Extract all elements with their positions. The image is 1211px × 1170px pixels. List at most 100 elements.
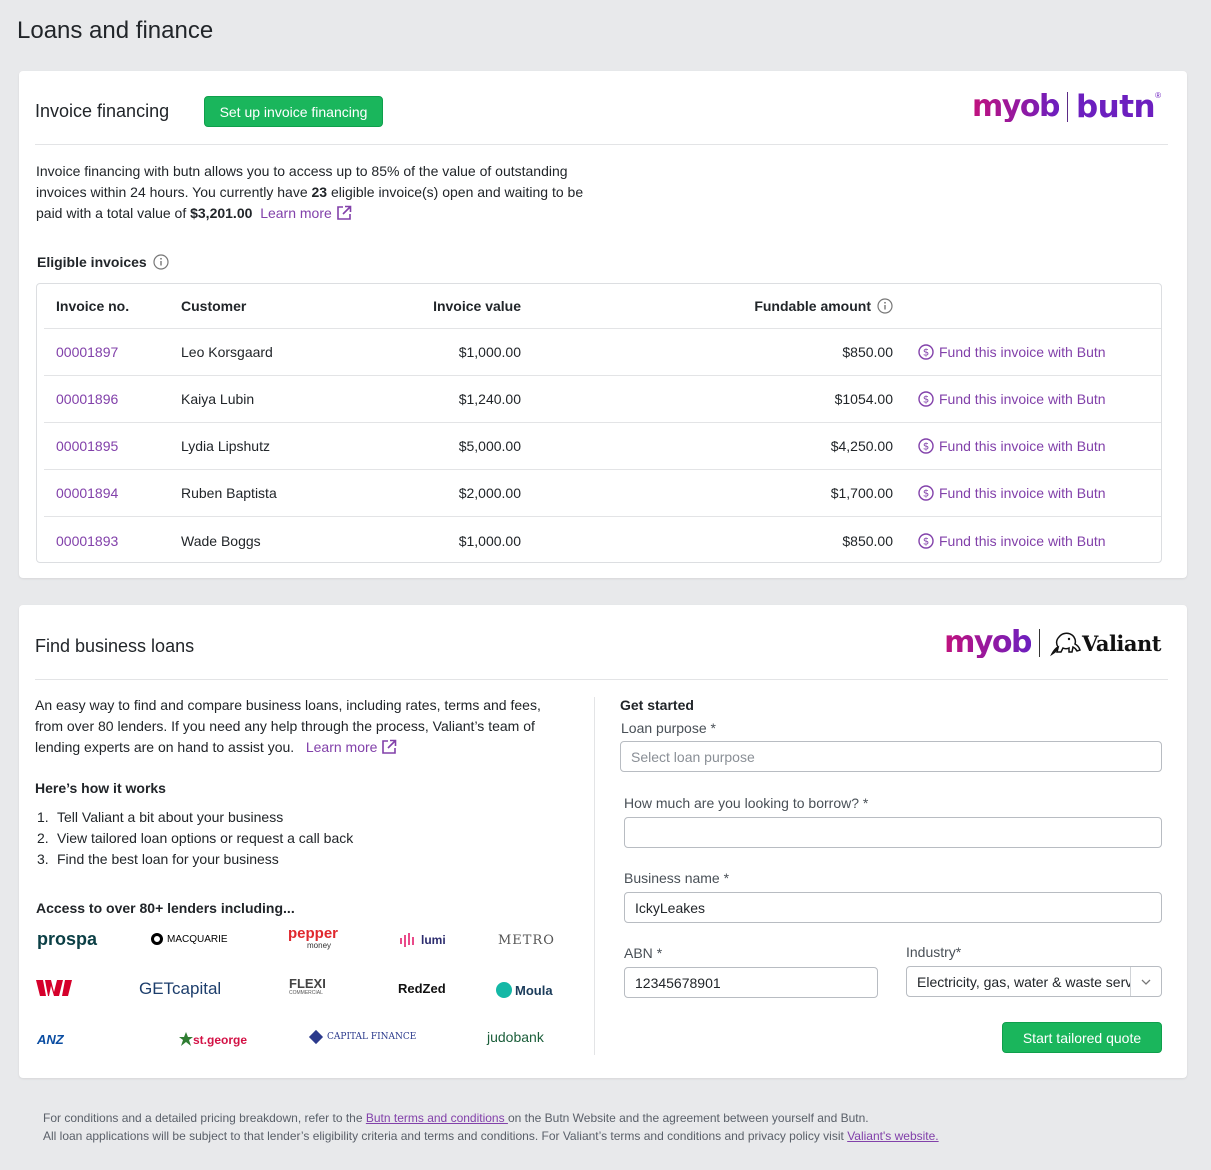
svg-text:$: $: [923, 442, 929, 453]
start-tailored-quote-button[interactable]: Start tailored quote: [1002, 1022, 1162, 1053]
business-loans-card: Find business loans myob Valiant An easy…: [19, 605, 1187, 1078]
invoice-value: $2,000.00: [458, 485, 521, 501]
list-item: 3. Find the best loan for your business: [37, 851, 279, 867]
external-link-icon[interactable]: [336, 205, 352, 221]
myob-valiant-logo: myob Valiant: [944, 625, 1161, 660]
invoice-number-link[interactable]: 00001894: [56, 485, 118, 501]
invoice-number-link[interactable]: 00001895: [56, 438, 118, 454]
table-row: 00001897 Leo Korsgaard $1,000.00 $850.00 $ Fu…: [44, 329, 1161, 376]
col-invoice-value: Invoice value: [433, 298, 521, 314]
lender-logo-pepper: pepper money: [288, 925, 339, 950]
invoice-financing-title: Invoice financing: [35, 101, 170, 121]
lender-logo-capital-finance: CAPITAL FINANCE: [308, 1029, 416, 1045]
invoice-number-link[interactable]: 00001896: [56, 391, 118, 407]
lender-logo-stgeorge: st.george: [179, 1032, 247, 1048]
fundable-amount: $850.00: [842, 344, 893, 360]
fund-invoice-link[interactable]: $ Fund this invoice with Butn: [918, 391, 1106, 407]
learn-more-link[interactable]: Learn more: [306, 739, 378, 755]
get-started-heading: Get started: [620, 697, 694, 713]
lender-logo-anz: ANZ: [37, 1032, 64, 1047]
business-loans-title: Find business loans: [35, 636, 195, 656]
table-header: Invoice no. Customer Invoice value Funda…: [44, 284, 1161, 329]
table-row: 00001895 Lydia Lipshutz $5,000.00 $4,250.00…: [44, 423, 1161, 470]
lender-logo-getcapital: GETcapital: [139, 979, 222, 998]
fund-invoice-link[interactable]: $ Fund this invoice with Butn: [918, 438, 1106, 454]
invoice-value: $5,000.00: [458, 438, 521, 454]
customer-name: Ruben Baptista: [181, 485, 277, 501]
borrow-amount-label: How much are you looking to borrow? *: [624, 795, 869, 811]
lenders-title: Access to over 80+ lenders including...: [36, 900, 295, 916]
invoice-number-link[interactable]: 00001897: [56, 344, 118, 360]
info-icon[interactable]: [877, 298, 893, 314]
col-fundable-amount: Fundable amount: [644, 284, 893, 328]
invoice-value: $1,240.00: [458, 391, 521, 407]
dollar-circle-icon: $: [918, 344, 934, 360]
fundable-amount: $1,700.00: [830, 485, 893, 501]
lender-logo-macquarie: MACQUARIE: [151, 933, 228, 945]
lender-logo-flexi: FLEXI COMMERCIAL: [289, 976, 326, 996]
fund-invoice-link[interactable]: $ Fund this invoice with Butn: [918, 533, 1106, 549]
svg-text:$: $: [923, 536, 929, 547]
industry-select[interactable]: Electricity, gas, water & waste services: [906, 966, 1162, 997]
invoice-value: $1,000.00: [458, 344, 521, 360]
lender-logo-lumi: lumi: [399, 933, 446, 947]
lender-logo-moula: Moula: [496, 982, 553, 998]
abn-input[interactable]: 12345678901: [624, 967, 878, 998]
invoice-number-link[interactable]: 00001893: [56, 533, 118, 549]
eligible-count: 23: [311, 184, 328, 200]
lion-icon: [1050, 632, 1081, 657]
loan-purpose-select[interactable]: Select loan purpose: [620, 741, 1162, 772]
business-loans-description: An easy way to find and compare business…: [35, 697, 541, 755]
svg-text:$: $: [923, 348, 929, 359]
footer-disclaimer: For conditions and a detailed pricing br…: [43, 1111, 939, 1143]
customer-name: Lydia Lipshutz: [181, 438, 270, 454]
fund-invoice-link[interactable]: $ Fund this invoice with Butn: [918, 344, 1106, 360]
loan-purpose-label: Loan purpose *: [621, 720, 716, 736]
industry-label: Industry*: [906, 944, 962, 960]
svg-text:$: $: [923, 489, 929, 500]
customer-name: Wade Boggs: [181, 532, 261, 549]
external-link-icon[interactable]: [381, 739, 397, 755]
learn-more-link[interactable]: Learn more: [260, 205, 332, 221]
valiant-website-link[interactable]: Valiant's website.: [847, 1129, 938, 1143]
abn-label: ABN *: [624, 945, 663, 961]
industry-selected-value: Electricity, gas, water & waste services: [917, 973, 1130, 990]
how-it-works-title: Here’s how it works: [35, 780, 166, 796]
table-row: 00001893 Wade Boggs $1,000.00 $850.00 $ Fund …: [44, 517, 1161, 564]
list-item: 2. View tailored loan options or request …: [37, 830, 354, 846]
total-value: $3,201.00: [190, 205, 253, 221]
list-item: 1. Tell Valiant a bit about your business: [37, 809, 284, 825]
invoice-financing-card: Invoice financing Set up invoice financi…: [19, 71, 1187, 578]
table-row: 00001894 Ruben Baptista $2,000.00 $1,700.00…: [44, 470, 1161, 517]
info-icon[interactable]: [153, 254, 169, 270]
eligible-invoices-label: Eligible invoices: [37, 254, 169, 270]
fundable-amount: $4,250.00: [830, 438, 893, 454]
page-title: Loans and finance: [17, 17, 214, 44]
how-it-works-steps: 1. Tell Valiant a bit about your business…: [37, 807, 353, 870]
invoice-value: $1,000.00: [458, 532, 521, 549]
lender-logo-prospa: prospa: [37, 929, 98, 949]
lender-logo-westpac: [36, 980, 72, 999]
col-invoice-no: Invoice no.: [56, 298, 130, 314]
chevron-down-icon[interactable]: [1130, 967, 1161, 996]
fundable-amount: $850.00: [842, 532, 893, 549]
fundable-amount: $1054.00: [834, 391, 893, 407]
lender-logo-judobank: judobank: [487, 1029, 544, 1045]
eligible-invoices-table: Invoice no. Customer Invoice value Funda…: [36, 283, 1162, 563]
customer-name: Kaiya Lubin: [181, 391, 255, 407]
business-name-label: Business name *: [624, 870, 730, 886]
svg-text:$: $: [923, 395, 929, 406]
lender-logo-metro: METRO: [498, 933, 555, 948]
butn-terms-link[interactable]: Butn terms and conditions: [366, 1111, 508, 1125]
col-customer: Customer: [181, 298, 247, 314]
dollar-circle-icon: $: [918, 391, 934, 407]
setup-invoice-financing-button[interactable]: Set up invoice financing: [204, 96, 383, 127]
invoice-financing-description: Invoice financing with butn allows you t…: [36, 163, 584, 221]
myob-butn-logo: myob butn ®: [972, 88, 1161, 125]
fund-invoice-link[interactable]: $ Fund this invoice with Butn: [918, 485, 1106, 501]
lender-logo-redzed: RedZed: [398, 981, 446, 996]
business-name-input[interactable]: IckyLeakes: [624, 892, 1162, 923]
borrow-amount-input[interactable]: [624, 817, 1162, 848]
dollar-circle-icon: $: [918, 438, 934, 454]
dollar-circle-icon: $: [918, 485, 934, 501]
